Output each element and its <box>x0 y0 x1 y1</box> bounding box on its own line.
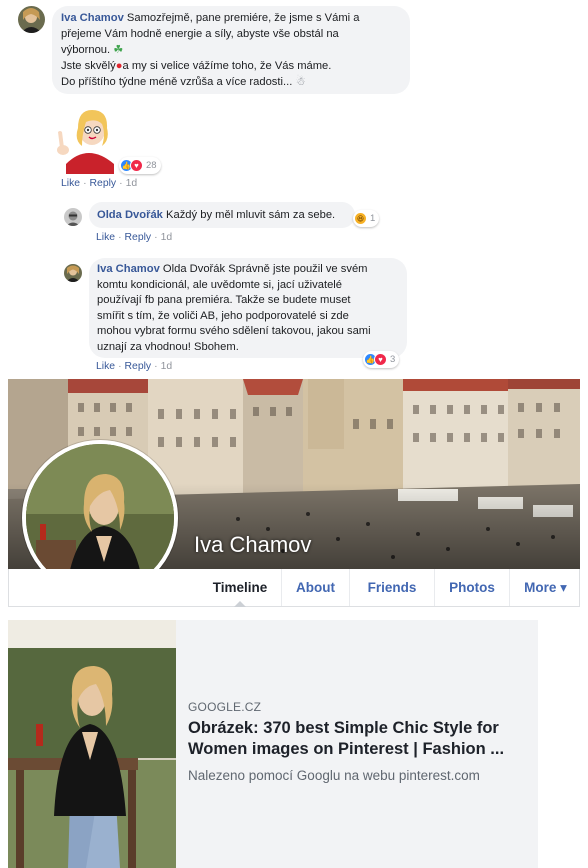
comment-text-line: výbornou. <box>61 44 111 56</box>
haha-reaction-icon: 😆 <box>354 212 367 225</box>
link-preview-card[interactable]: GOOGLE.CZ Obrázek: 370 best Simple Chic … <box>8 620 538 868</box>
man-emoji-icon: ☃ <box>295 76 306 88</box>
profile-tabs: Timeline About Friends Photos More ▾ <box>8 569 580 607</box>
link-preview-image[interactable] <box>8 620 176 868</box>
reply-bubble: Olda Dvořák Každý by měl mluvit sám za s… <box>89 202 355 228</box>
reply-timestamp[interactable]: 1d <box>161 232 173 243</box>
reply-author-avatar[interactable] <box>64 208 82 226</box>
like-link[interactable]: Like <box>61 178 80 189</box>
reply-text-line: smířit s tím, že voliči AB, jeho podporo… <box>97 309 349 322</box>
comment-text-line: přejeme Vám hodně energie a síly, abyste… <box>61 28 339 40</box>
link-domain: GOOGLE.CZ <box>188 700 262 714</box>
like-link[interactable]: Like <box>96 361 115 372</box>
reaction-count: 28 <box>146 160 157 171</box>
reply-link[interactable]: Reply <box>125 361 152 372</box>
woman-photo <box>8 620 176 868</box>
reply-bubble: Iva Chamov Olda Dvořák Správně jste použ… <box>89 258 407 358</box>
comment-timestamp[interactable]: 1d <box>126 178 138 189</box>
reply-author-name[interactable]: Olda Dvořák <box>97 209 163 221</box>
reaction-summary[interactable]: 😆 1 <box>353 210 380 227</box>
reply-text-line: používají fb pana premiéra. Takže se bud… <box>97 294 351 307</box>
reply-text-line: Olda Dvořák Správně jste použil ve svém <box>162 263 368 275</box>
comment-text-line: Samozřejmě, pane premiére, že jsme s Vám… <box>126 12 360 24</box>
link-source: Nalezeno pomocí Googlu na webu pinterest… <box>188 768 480 783</box>
tab-timeline[interactable]: Timeline <box>199 569 281 607</box>
avatar-photo <box>64 208 82 226</box>
reply-text-line: uznají za vhodnou! Sbohem. <box>97 340 239 353</box>
reply-link[interactable]: Reply <box>125 232 152 243</box>
reply-timestamp[interactable]: 1d <box>161 361 173 372</box>
tab-about[interactable]: About <box>281 569 349 606</box>
link-title[interactable]: Obrázek: 370 best Simple Chic Style for … <box>188 718 533 760</box>
avatar-photo <box>18 6 45 33</box>
comment-author-avatar[interactable] <box>18 6 45 33</box>
tab-more[interactable]: More ▾ <box>509 569 581 606</box>
avatar-photo <box>64 264 82 282</box>
comment-text-line: Jste skvělý <box>61 60 116 72</box>
shamrock-emoji-icon: ☘ <box>113 44 124 56</box>
reaction-count: 3 <box>390 354 396 365</box>
love-reaction-icon: ♥ <box>374 353 387 366</box>
love-reaction-icon: ♥ <box>130 159 143 172</box>
comment-text-line: a my si velice vážíme toho, že Vás máme. <box>122 60 332 72</box>
reply-author-avatar[interactable] <box>64 264 82 282</box>
comment-author-name[interactable]: Iva Chamov <box>61 12 124 24</box>
profile-name[interactable]: Iva Chamov <box>194 532 311 558</box>
reaction-summary[interactable]: 👍 ♥ 3 <box>363 351 400 368</box>
reply-text: Každý by měl mluvit sám za sebe. <box>166 209 336 221</box>
like-link[interactable]: Like <box>96 232 115 243</box>
reply-actions: Like · Reply · 1d <box>96 361 173 372</box>
reply-link[interactable]: Reply <box>90 178 117 189</box>
reply-text-line: mohou vybrat formu svého sdělení takovou… <box>97 325 371 338</box>
comment-bubble: Iva Chamov Samozřejmě, pane premiére, že… <box>52 6 410 94</box>
reply-text-line: komtu kondicionál, ale uvědomte si, jací… <box>97 278 343 291</box>
reply-author-name[interactable]: Iva Chamov <box>97 263 160 275</box>
cartoon-woman-sticker <box>52 104 126 174</box>
comment-text-line: Do příštího týdne méně vzrůša a více rad… <box>61 76 293 88</box>
reply-actions: Like · Reply · 1d <box>96 232 173 243</box>
tab-friends[interactable]: Friends <box>349 569 434 606</box>
comment-actions: Like · Reply · 1d <box>61 178 138 189</box>
reaction-summary[interactable]: 👍 ♥ 28 <box>119 157 161 174</box>
reaction-count: 1 <box>370 213 376 224</box>
tab-photos[interactable]: Photos <box>434 569 509 606</box>
